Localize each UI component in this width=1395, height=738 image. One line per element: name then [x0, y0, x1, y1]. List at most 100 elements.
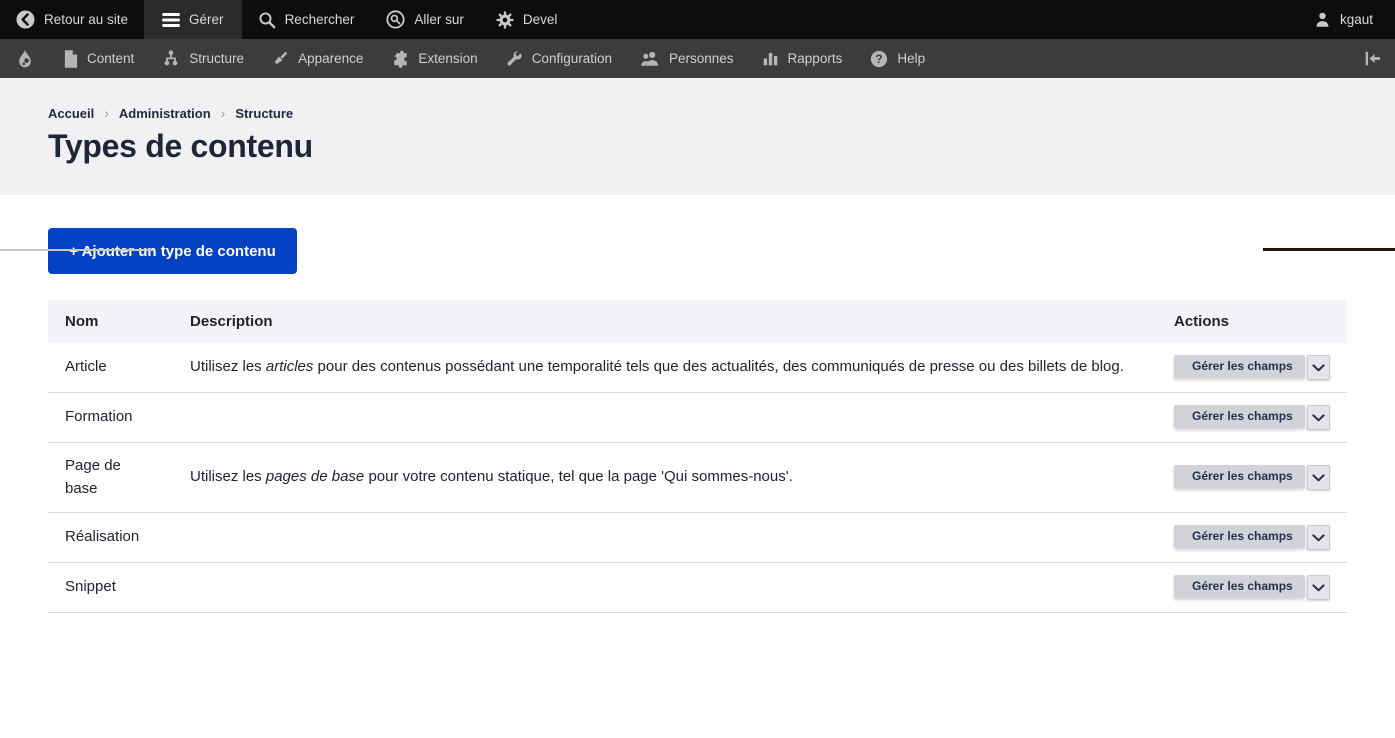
row-name: Réalisation — [48, 512, 173, 563]
drupal-home-button[interactable] — [0, 39, 50, 78]
breadcrumb: Accueil › Administration › Structure — [48, 78, 1347, 121]
puzzle-piece-icon — [391, 50, 409, 68]
admin-toolbar: Retour au site Gérer Rechercher Aller su… — [0, 0, 1395, 39]
menu-item-help[interactable]: ? Help — [856, 39, 939, 78]
menu-item-appearance-label: Apparence — [298, 51, 364, 66]
stray-line-left — [0, 249, 153, 251]
row-name: Formation — [48, 392, 173, 443]
table-row: Article Utilisez les articles pour des c… — [48, 343, 1347, 393]
row-actions: Gérer les champs — [1157, 343, 1347, 393]
dropbutton: Gérer les champs — [1174, 465, 1330, 490]
user-name-label: kgaut — [1339, 12, 1373, 27]
add-content-type-button[interactable]: + Ajouter un type de contenu — [48, 228, 297, 274]
breadcrumb-administration[interactable]: Administration — [119, 106, 211, 121]
dropbutton-toggle[interactable] — [1307, 525, 1330, 550]
menu-item-structure-label: Structure — [189, 51, 245, 66]
row-description: Utilisez les pages de base pour votre co… — [173, 442, 1157, 513]
tab-goto[interactable]: Aller sur — [370, 0, 480, 39]
two-persons-icon — [640, 50, 660, 68]
dropbutton-toggle[interactable] — [1307, 405, 1330, 430]
menu-item-reports-label: Rapports — [787, 51, 843, 66]
menu-item-reports[interactable]: Rapports — [748, 39, 857, 78]
menu-item-people-label: Personnes — [669, 51, 734, 66]
description-italic: articles — [265, 358, 314, 376]
main-content: + Ajouter un type de contenu Nom Descrip… — [0, 195, 1395, 613]
stray-line-right — [1263, 248, 1395, 251]
row-description — [173, 392, 1157, 443]
chevron-down-icon — [1312, 413, 1325, 422]
table-row: Formation Gérer les champs — [48, 392, 1347, 443]
breadcrumb-separator: › — [104, 105, 109, 121]
circled-magnifier-icon — [386, 10, 405, 29]
tab-search-label: Rechercher — [284, 12, 355, 27]
description-text: pour votre contenu statique, tel que la … — [364, 468, 793, 486]
menu-item-configuration[interactable]: Configuration — [492, 39, 626, 78]
tab-goto-label: Aller sur — [414, 12, 464, 27]
search-icon — [258, 11, 276, 29]
manage-fields-button[interactable]: Gérer les champs — [1174, 355, 1305, 379]
collapse-toolbar-button[interactable] — [1349, 39, 1395, 78]
gear-icon — [496, 10, 514, 29]
content-types-table: Nom Description Actions Article Utilisez… — [48, 300, 1347, 613]
table-header-row: Nom Description Actions — [48, 300, 1347, 343]
tab-manage[interactable]: Gérer — [144, 0, 242, 39]
column-header-actions: Actions — [1157, 300, 1347, 343]
admin-menu-bar: Content Structure Apparence Extension Co… — [0, 39, 1395, 78]
dropbutton-toggle[interactable] — [1307, 465, 1330, 490]
chevron-down-icon — [1312, 473, 1325, 482]
menu-item-content-label: Content — [87, 51, 135, 66]
menu-item-content[interactable]: Content — [50, 39, 148, 78]
table-row: Page de base Utilisez les pages de base … — [48, 442, 1347, 513]
page-title: Types de contenu — [48, 128, 313, 164]
row-description — [173, 562, 1157, 613]
back-circle-icon — [16, 10, 35, 29]
menu-item-help-label: Help — [897, 51, 926, 66]
svg-text:?: ? — [876, 53, 883, 66]
manage-fields-button[interactable]: Gérer les champs — [1174, 405, 1305, 429]
column-header-description: Description — [173, 300, 1157, 343]
row-description — [173, 512, 1157, 563]
dropbutton: Gérer les champs — [1174, 355, 1330, 380]
back-to-site-link[interactable]: Retour au site — [0, 0, 144, 39]
row-description: Utilisez les articles pour des contenus … — [173, 343, 1157, 393]
hamburger-icon — [162, 12, 180, 27]
user-menu[interactable]: kgaut — [1298, 0, 1395, 39]
chevron-down-icon — [1312, 583, 1325, 592]
breadcrumb-home[interactable]: Accueil — [48, 106, 94, 121]
menu-item-extension-label: Extension — [418, 51, 478, 66]
back-to-site-label: Retour au site — [44, 12, 129, 27]
wrench-icon — [506, 50, 523, 67]
menu-item-people[interactable]: Personnes — [626, 39, 748, 78]
drupal-droplet-icon — [17, 48, 33, 69]
breadcrumb-structure[interactable]: Structure — [235, 106, 293, 121]
row-actions: Gérer les champs — [1157, 512, 1347, 563]
row-name: Page de base — [48, 442, 173, 513]
menu-item-structure[interactable]: Structure — [148, 39, 258, 78]
row-name: Snippet — [48, 562, 173, 613]
paintbrush-icon — [272, 50, 289, 67]
row-actions: Gérer les champs — [1157, 392, 1347, 443]
dropbutton: Gérer les champs — [1174, 405, 1330, 430]
row-actions: Gérer les champs — [1157, 442, 1347, 513]
description-italic: pages de base — [265, 468, 365, 486]
dropbutton-toggle[interactable] — [1307, 355, 1330, 380]
document-icon — [64, 49, 78, 68]
manage-fields-button[interactable]: Gérer les champs — [1174, 465, 1305, 489]
menubar-spacer — [939, 39, 1349, 78]
page-header: Accueil › Administration › Structure Typ… — [0, 78, 1395, 195]
tab-search[interactable]: Rechercher — [242, 0, 371, 39]
bar-chart-icon — [762, 50, 779, 67]
tab-devel[interactable]: Devel — [480, 0, 574, 39]
user-icon — [1314, 11, 1331, 28]
collapse-left-arrow-icon — [1363, 51, 1381, 66]
menu-item-extension[interactable]: Extension — [377, 39, 491, 78]
table-row: Réalisation Gérer les champs — [48, 512, 1347, 563]
question-circle-icon: ? — [870, 50, 888, 68]
menu-item-appearance[interactable]: Apparence — [258, 39, 377, 78]
row-name: Article — [48, 343, 173, 393]
manage-fields-button[interactable]: Gérer les champs — [1174, 525, 1305, 549]
manage-fields-button[interactable]: Gérer les champs — [1174, 575, 1305, 599]
sitemap-icon — [162, 50, 180, 67]
dropbutton-toggle[interactable] — [1307, 575, 1330, 600]
